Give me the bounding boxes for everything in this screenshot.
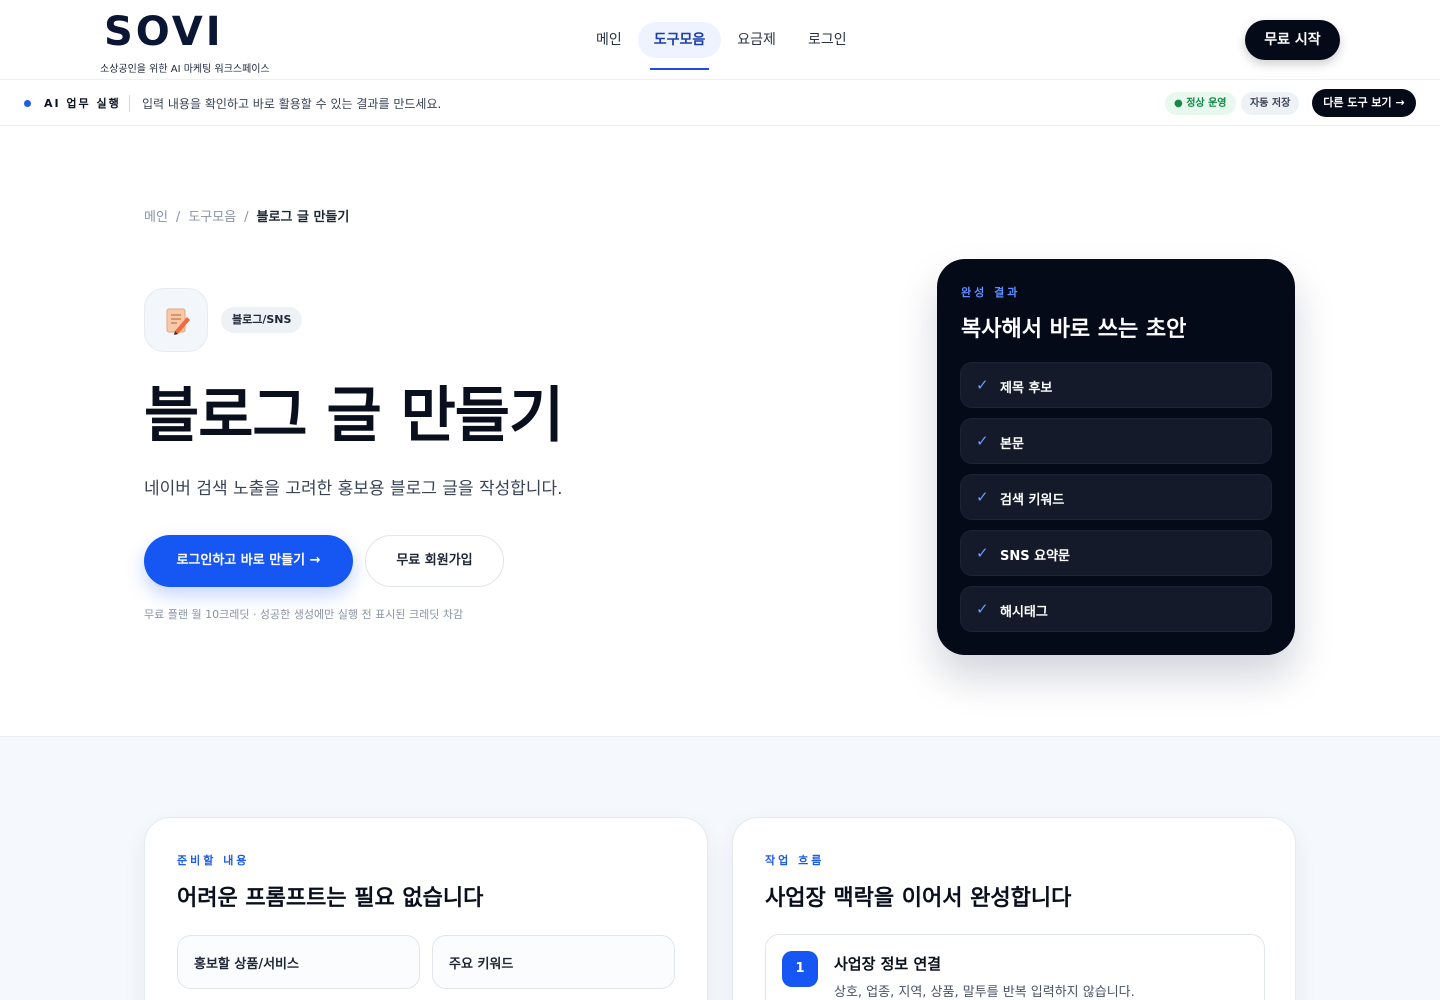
credit-note: 무료 플랜 월 10크레딧 · 성공한 생성에만 실행 전 표시된 크레딧 차감 [144,608,464,621]
breadcrumb-separator: / [175,210,181,225]
ai-task-bar: AI 업무 실행 입력 내용을 확인하고 바로 활용할 수 있는 결과를 만드세… [0,81,1440,126]
result-item-label: 본문 [1000,437,1024,452]
result-item-sns-summary: ✓ SNS 요약문 [960,530,1272,576]
prep-eyebrow: 준비할 내용 [177,854,250,867]
other-tools-button[interactable]: 다른 도구 보기 → [1312,89,1416,117]
login-and-create-button[interactable]: 로그인하고 바로 만들기 → [144,535,353,587]
top-header: SOVI 소상공인을 위한 AI 마케팅 워크스페이스 메인 도구모음 요금제 … [0,0,1440,80]
result-item-label: SNS 요약문 [1000,549,1071,564]
result-item-title-candidates: ✓ 제목 후보 [960,362,1272,408]
check-icon: ✓ [976,544,989,562]
logo-wordmark: SOVI [104,9,224,55]
status-dot-icon [24,100,31,107]
result-item-keywords: ✓ 검색 키워드 [960,474,1272,520]
result-item-label: 검색 키워드 [1000,493,1065,508]
task-bar-text: 입력 내용을 확인하고 바로 활용할 수 있는 결과를 만드세요. [142,97,442,111]
step-title: 사업장 정보 연결 [834,955,942,973]
main-nav: 메인 도구모음 요금제 로그인 [580,22,863,70]
flow-panel: 작업 흐름 사업장 맥락을 이어서 완성합니다 1 사업장 정보 연결 상호, … [732,817,1296,1000]
nav-item-main[interactable]: 메인 [580,22,638,58]
status-badge: ● 정상 운영 [1165,92,1236,115]
check-icon: ✓ [976,376,989,394]
flow-step: 1 사업장 정보 연결 상호, 업종, 지역, 상품, 말투를 반복 입력하지 … [765,934,1265,1000]
check-icon: ✓ [976,488,989,506]
result-item-hashtags: ✓ 해시태그 [960,586,1272,632]
check-icon: ✓ [976,600,989,618]
breadcrumb-current: 블로그 글 만들기 [256,210,350,225]
tool-icon-box [144,288,208,352]
prep-field-product[interactable]: 홍보할 상품/서비스 [177,935,420,989]
result-title: 복사해서 바로 쓰는 초안 [961,317,1187,342]
logo-tagline: 소상공인을 위한 AI 마케팅 워크스페이스 [100,64,270,75]
prep-title: 어려운 프롬프트는 필요 없습니다 [177,886,484,911]
result-item-label: 제목 후보 [1000,381,1053,396]
free-start-button[interactable]: 무료 시작 [1245,20,1340,60]
task-bar-label: AI 업무 실행 [44,97,121,110]
page-title: 블로그 글 만들기 [144,381,564,451]
memo-pencil-icon [166,308,190,335]
check-icon: ✓ [976,432,989,450]
nav-item-pricing[interactable]: 요금제 [721,22,792,58]
prep-field-label: 주요 키워드 [449,957,514,972]
breadcrumb-main[interactable]: 메인 [144,210,168,225]
step-description: 상호, 업종, 지역, 상품, 말투를 반복 입력하지 않습니다. [834,985,1135,1000]
prep-panel: 준비할 내용 어려운 프롬프트는 필요 없습니다 홍보할 상품/서비스 주요 키… [144,817,708,1000]
category-tag: 블로그/SNS [221,307,303,333]
result-item-body: ✓ 본문 [960,418,1272,464]
nav-item-tools[interactable]: 도구모음 [637,22,722,70]
autosave-badge: 자동 저장 [1241,92,1300,115]
step-number-badge: 1 [782,951,818,987]
breadcrumb-tools[interactable]: 도구모음 [188,210,236,225]
signup-button[interactable]: 무료 회원가입 [365,535,504,587]
divider [129,95,130,112]
logo[interactable]: SOVI 소상공인을 위한 AI 마케팅 워크스페이스 [100,9,280,75]
flow-title: 사업장 맥락을 이어서 완성합니다 [765,886,1072,911]
result-eyebrow: 완성 결과 [961,286,1021,299]
flow-eyebrow: 작업 흐름 [765,854,825,867]
prep-field-label: 홍보할 상품/서비스 [194,957,299,972]
page-description: 네이버 검색 노출을 고려한 홍보용 블로그 글을 작성합니다. [144,479,563,499]
prep-field-keywords[interactable]: 주요 키워드 [432,935,675,989]
breadcrumb-separator: / [244,210,249,225]
result-preview-card: 완성 결과 복사해서 바로 쓰는 초안 ✓ 제목 후보 ✓ 본문 ✓ 검색 키워… [937,259,1295,655]
breadcrumb: 메인 / 도구모음 / 블로그 글 만들기 [144,206,349,225]
result-item-label: 해시태그 [1000,605,1048,620]
nav-item-login[interactable]: 로그인 [792,22,863,58]
